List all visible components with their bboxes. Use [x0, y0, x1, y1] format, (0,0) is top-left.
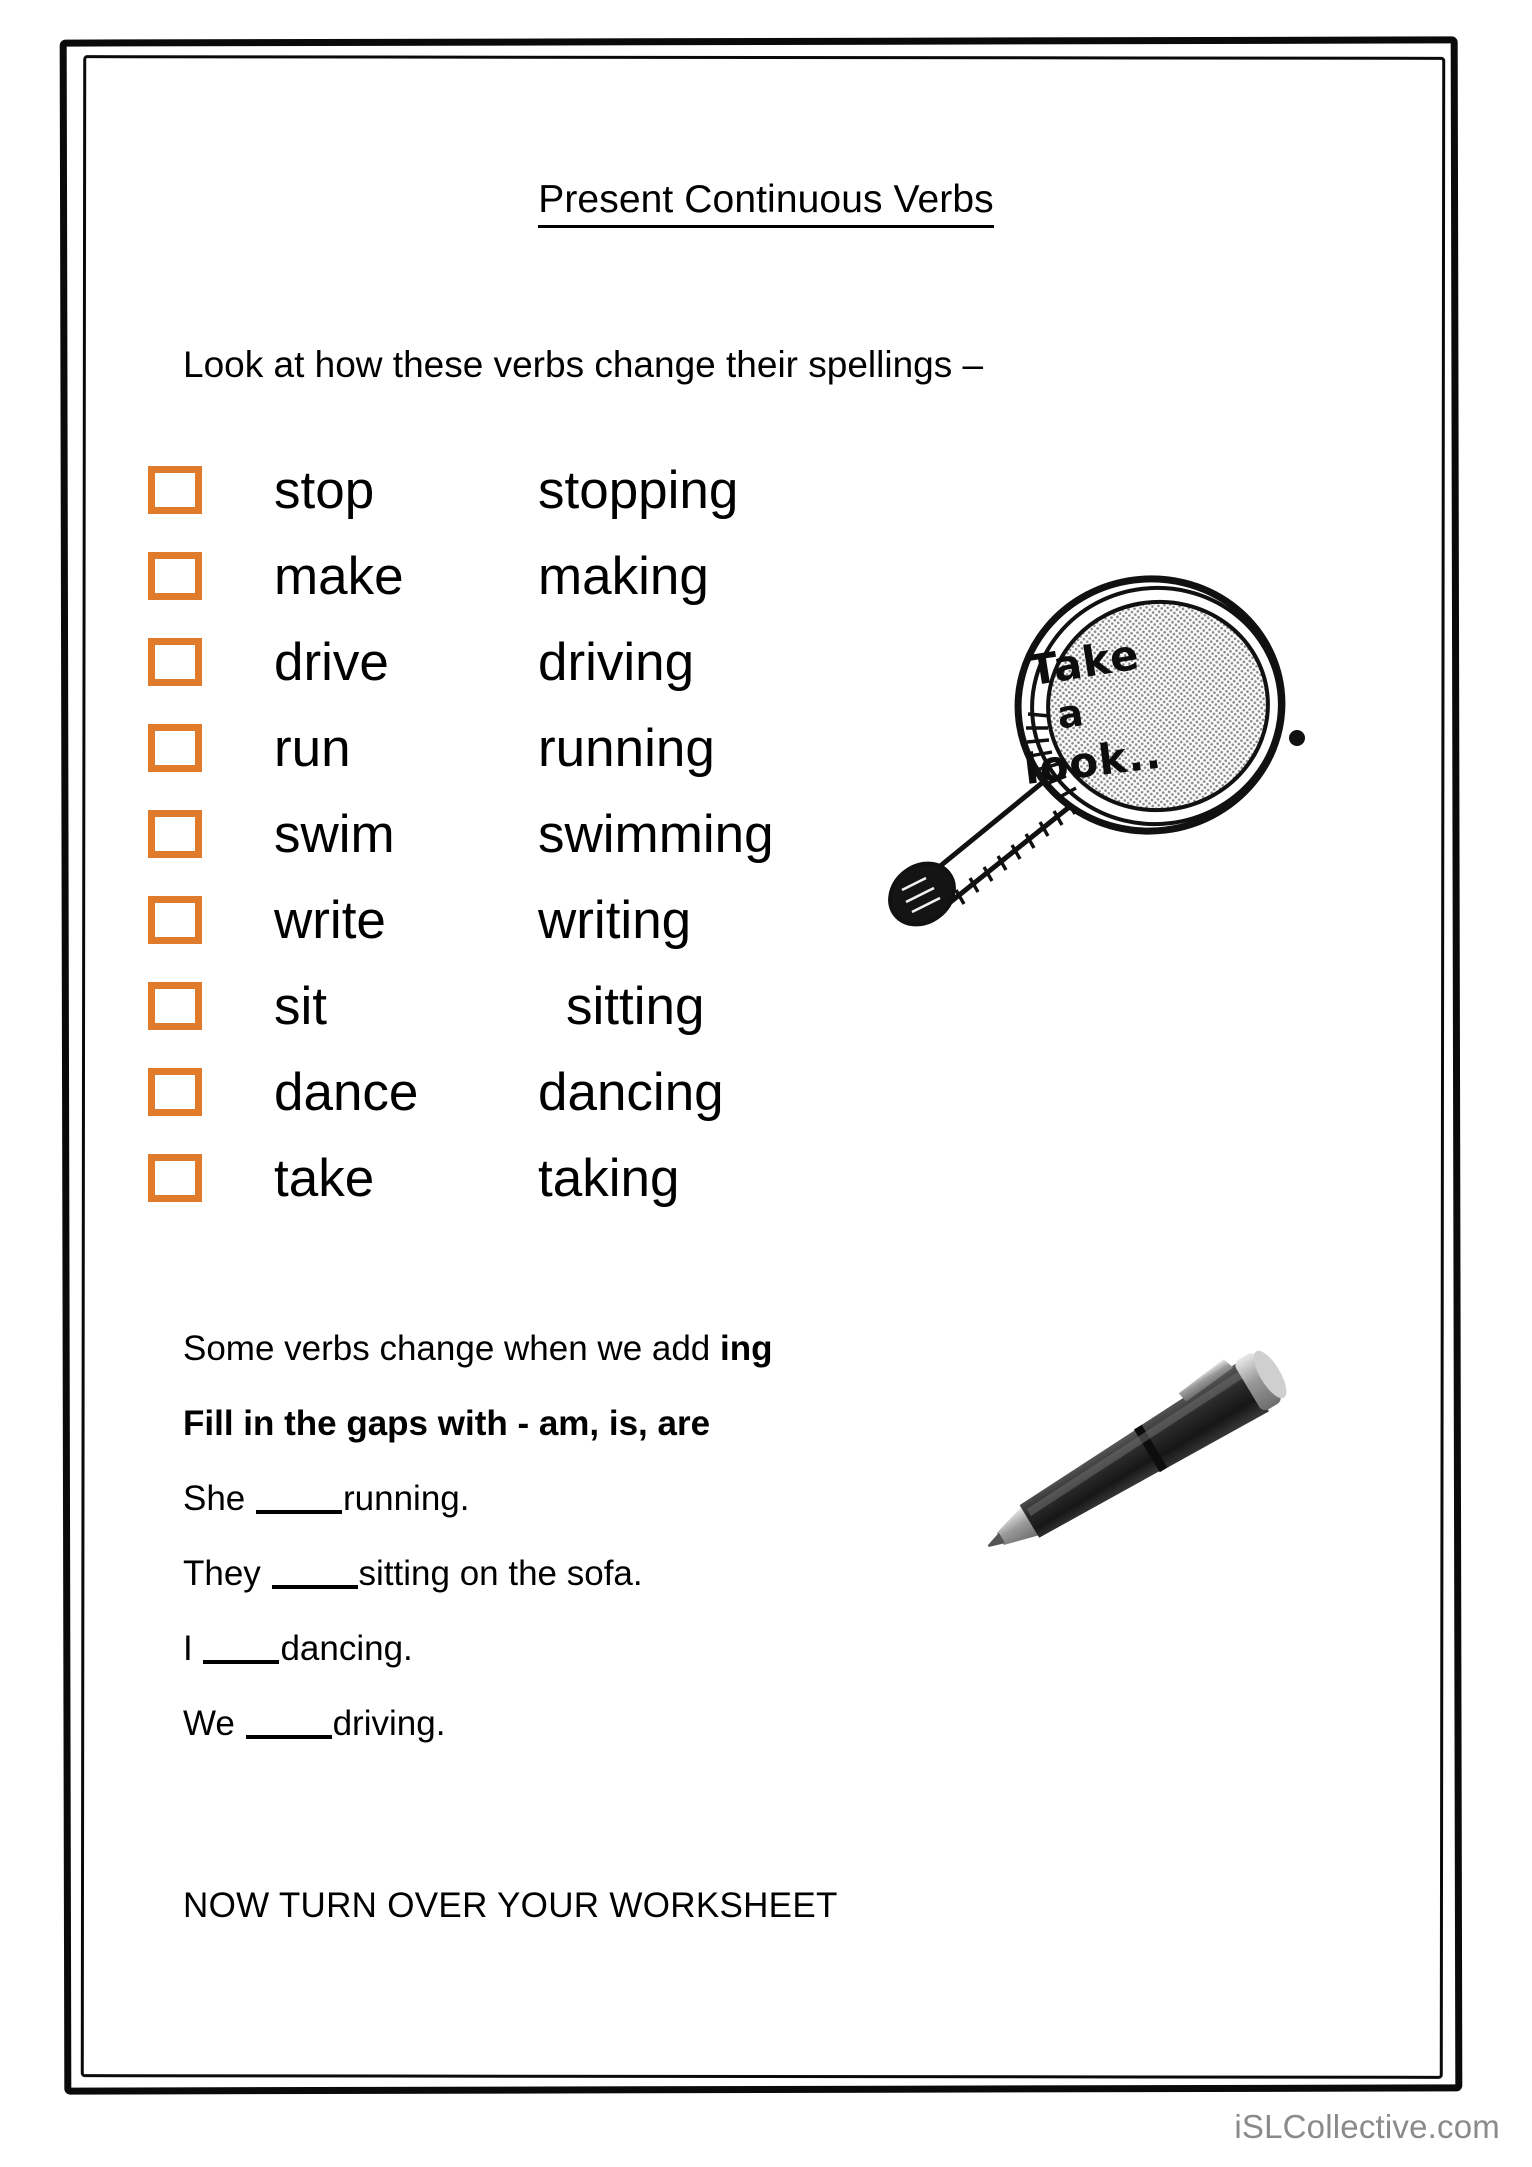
- verb-row: write writing: [148, 882, 908, 968]
- verb-ing-form: driving: [538, 633, 695, 692]
- verb-row: sit sitting: [148, 968, 908, 1054]
- sentence-prefix: She: [183, 1479, 255, 1518]
- verb-base: make: [274, 547, 404, 606]
- answer-blank[interactable]: [245, 1735, 332, 1739]
- verb-row: dance dancing: [148, 1054, 908, 1140]
- magnifying-glass-icon: Take a look..: [860, 560, 1320, 960]
- exercise-note-bold: ing: [720, 1329, 773, 1368]
- verb-base: run: [274, 719, 351, 778]
- verb-base: sit: [274, 977, 327, 1036]
- verb-ing-form: stopping: [538, 461, 739, 520]
- checkbox-dance[interactable]: [148, 1068, 202, 1116]
- verb-row: stop stopping: [148, 452, 908, 538]
- verb-ing-form: running: [538, 719, 715, 778]
- checkbox-run[interactable]: [148, 724, 202, 772]
- verb-base: stop: [274, 461, 375, 520]
- verb-base: swim: [274, 805, 395, 864]
- watermark: iSLCollective.com: [1234, 2108, 1500, 2145]
- verb-list: stop stopping make making drive driving run run…: [148, 452, 908, 1226]
- verb-row: swim swimming: [148, 796, 908, 882]
- page-title: Present Continuous Verbs: [0, 178, 1532, 228]
- exercise-instruction: Fill in the gaps with - am, is, are: [183, 1404, 711, 1443]
- sentence-suffix: running.: [343, 1479, 470, 1518]
- sentence-suffix: dancing.: [280, 1629, 413, 1668]
- verb-ing-form: dancing: [538, 1063, 724, 1122]
- verb-ing-form: taking: [538, 1149, 680, 1208]
- checkbox-take[interactable]: [148, 1154, 202, 1202]
- verb-row: drive driving: [148, 624, 908, 710]
- exercise-block: Some verbs change when we add ing Fill i…: [183, 1328, 1083, 1778]
- verb-base: take: [274, 1149, 375, 1208]
- intro-instruction: Look at how these verbs change their spe…: [183, 344, 984, 385]
- verb-row: make making: [148, 538, 908, 624]
- checkbox-make[interactable]: [148, 552, 202, 600]
- gap-fill-sentence: They sitting on the sofa.: [183, 1553, 1083, 1595]
- checkbox-write[interactable]: [148, 896, 202, 944]
- verb-ing-form: sitting: [566, 977, 705, 1036]
- verb-ing-form: making: [538, 547, 709, 606]
- answer-blank[interactable]: [256, 1510, 342, 1514]
- gap-fill-sentence: We driving.: [183, 1703, 1083, 1745]
- sentence-prefix: They: [183, 1554, 271, 1593]
- verb-base: write: [274, 891, 386, 950]
- exercise-note-prefix: Some verbs change when we add: [183, 1329, 720, 1368]
- page-title-text: Present Continuous Verbs: [538, 178, 994, 228]
- verb-ing-form: swimming: [538, 805, 774, 864]
- sentence-suffix: driving.: [332, 1704, 446, 1743]
- sentence-suffix: sitting on the sofa.: [358, 1554, 643, 1593]
- checkbox-drive[interactable]: [148, 638, 202, 686]
- checkbox-swim[interactable]: [148, 810, 202, 858]
- verb-base: drive: [274, 633, 389, 692]
- gap-fill-sentence: She running.: [183, 1478, 1083, 1520]
- checkbox-sit[interactable]: [148, 982, 202, 1030]
- turnover-note: NOW TURN OVER YOUR WORKSHEET: [183, 1886, 838, 1925]
- sentence-prefix: I: [183, 1629, 203, 1668]
- verb-row: run running: [148, 710, 908, 796]
- checkbox-stop[interactable]: [148, 466, 202, 514]
- gap-fill-sentence: I dancing.: [183, 1628, 1083, 1670]
- sentence-prefix: We: [183, 1704, 245, 1743]
- exercise-note: Some verbs change when we add ing: [183, 1328, 1083, 1370]
- verb-base: dance: [274, 1063, 419, 1122]
- answer-blank[interactable]: [271, 1585, 358, 1589]
- verb-row: take taking: [148, 1140, 908, 1226]
- sentence-list: She running. They sitting on the sofa. I d…: [183, 1478, 1083, 1745]
- answer-blank[interactable]: [203, 1660, 280, 1664]
- verb-ing-form: writing: [538, 891, 692, 950]
